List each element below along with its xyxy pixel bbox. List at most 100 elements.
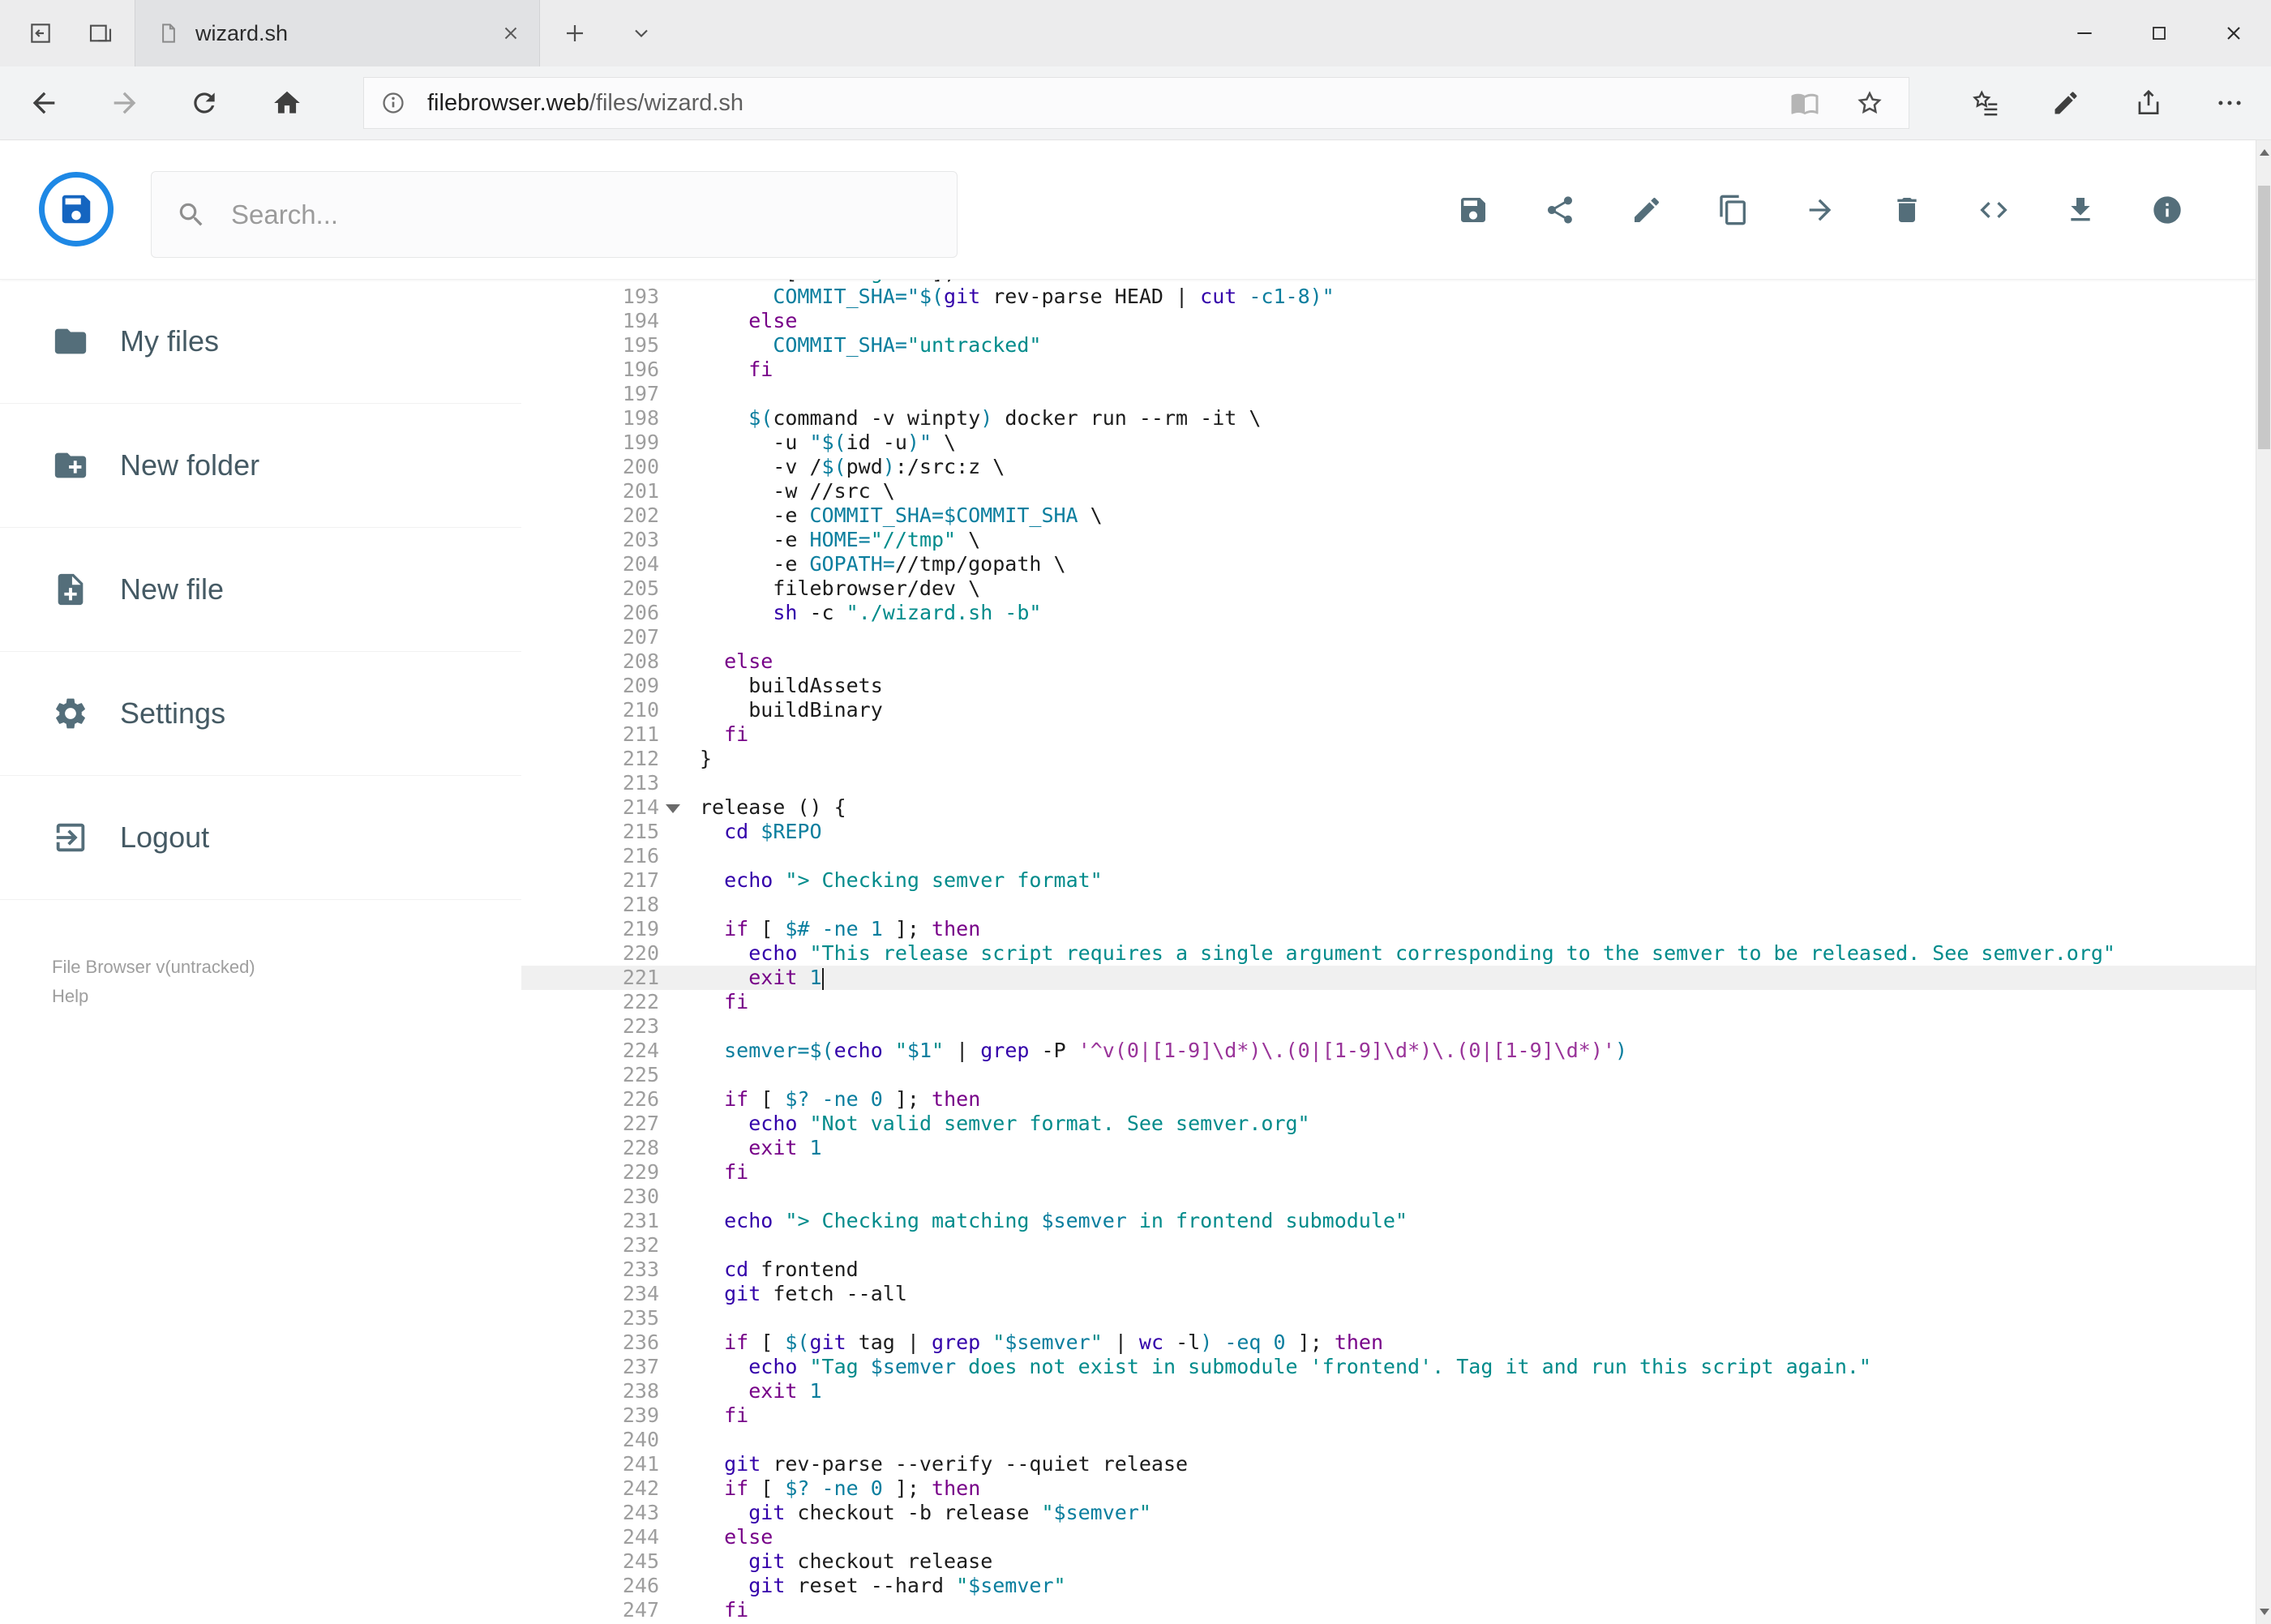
- tab-preview-chevron[interactable]: [623, 0, 659, 66]
- copy-button[interactable]: [1716, 192, 1751, 228]
- share-button[interactable]: [2129, 84, 2168, 122]
- code-line[interactable]: 199 -u "$(id -u)" \: [521, 431, 2256, 455]
- code-line[interactable]: 232: [521, 1233, 2256, 1258]
- code-line[interactable]: 209 buildAssets: [521, 674, 2256, 698]
- code-line[interactable]: 236 if [ $(git tag | grep "$semver" | wc…: [521, 1330, 2256, 1355]
- rename-button[interactable]: [1629, 192, 1665, 228]
- code-line[interactable]: 238 exit 1: [521, 1379, 2256, 1403]
- code-line[interactable]: 239 fi: [521, 1403, 2256, 1428]
- scroll-down-arrow[interactable]: [2256, 1600, 2271, 1624]
- filebrowser-logo[interactable]: [39, 172, 114, 246]
- search-box[interactable]: [151, 171, 958, 258]
- sidebar-item-new-file[interactable]: New file: [0, 528, 521, 652]
- version-link[interactable]: File Browser v(untracked): [52, 953, 255, 982]
- code-line[interactable]: 220 echo "This release script requires a…: [521, 941, 2256, 966]
- code-line[interactable]: 194 else: [521, 309, 2256, 333]
- more-menu-button[interactable]: [2210, 84, 2249, 122]
- code-line[interactable]: 207: [521, 625, 2256, 649]
- code-line[interactable]: 198 $(command -v winpty) docker run --rm…: [521, 406, 2256, 431]
- save-button[interactable]: [1455, 192, 1491, 228]
- code-line[interactable]: 240: [521, 1428, 2256, 1452]
- code-line[interactable]: 244 else: [521, 1525, 2256, 1549]
- fold-arrow-icon[interactable]: [666, 804, 680, 813]
- code-editor[interactable]: 192 if [ -d ".git" ]; then193 COMMIT_SHA…: [521, 280, 2256, 1624]
- help-link[interactable]: Help: [52, 982, 255, 1011]
- maximize-button[interactable]: [2122, 0, 2196, 66]
- favorites-hub-button[interactable]: [1966, 84, 2005, 122]
- page-scrollbar[interactable]: [2256, 140, 2271, 1624]
- code-line[interactable]: 203 -e HOME="//tmp" \: [521, 528, 2256, 552]
- code-line[interactable]: 225: [521, 1063, 2256, 1087]
- set-tabs-aside-button[interactable]: [18, 0, 63, 66]
- code-line[interactable]: 241 git rev-parse --verify --quiet relea…: [521, 1452, 2256, 1476]
- code-line[interactable]: 246 git reset --hard "$semver": [521, 1574, 2256, 1598]
- back-button[interactable]: [24, 84, 63, 122]
- favorite-star-icon[interactable]: [1855, 88, 1884, 118]
- browser-tab[interactable]: wizard.sh: [135, 0, 540, 66]
- forward-button[interactable]: [105, 84, 144, 122]
- tab-close-button[interactable]: [500, 23, 521, 44]
- refresh-button[interactable]: [185, 84, 224, 122]
- code-line[interactable]: 227 echo "Not valid semver format. See s…: [521, 1112, 2256, 1136]
- code-line[interactable]: 211 fi: [521, 722, 2256, 747]
- sidebar-item-my-files[interactable]: My files: [0, 280, 521, 404]
- code-line[interactable]: 229 fi: [521, 1160, 2256, 1185]
- code-line[interactable]: 242 if [ $? -ne 0 ]; then: [521, 1476, 2256, 1501]
- address-bar[interactable]: filebrowser.web/files/wizard.sh: [363, 77, 1909, 129]
- code-line[interactable]: 217 echo "> Checking semver format": [521, 868, 2256, 893]
- code-line[interactable]: 208 else: [521, 649, 2256, 674]
- raw-view-button[interactable]: [1976, 192, 2012, 228]
- code-line[interactable]: 216: [521, 844, 2256, 868]
- code-line[interactable]: 222 fi: [521, 990, 2256, 1014]
- code-line[interactable]: 230: [521, 1185, 2256, 1209]
- code-line[interactable]: 214 release () {: [521, 795, 2256, 820]
- sidebar-item-logout[interactable]: Logout: [0, 776, 521, 900]
- code-line[interactable]: 245 git checkout release: [521, 1549, 2256, 1574]
- code-line[interactable]: 231 echo "> Checking matching $semver in…: [521, 1209, 2256, 1233]
- close-window-button[interactable]: [2196, 0, 2271, 66]
- scroll-up-arrow[interactable]: [2256, 140, 2271, 165]
- code-line[interactable]: 193 COMMIT_SHA="$(git rev-parse HEAD | c…: [521, 285, 2256, 309]
- info-button[interactable]: [2149, 192, 2185, 228]
- code-line[interactable]: 210 buildBinary: [521, 698, 2256, 722]
- code-line[interactable]: 205 filebrowser/dev \: [521, 576, 2256, 601]
- delete-button[interactable]: [1889, 192, 1925, 228]
- code-line[interactable]: 197: [521, 382, 2256, 406]
- code-line[interactable]: 201 -w //src \: [521, 479, 2256, 503]
- code-line[interactable]: 234 git fetch --all: [521, 1282, 2256, 1306]
- site-info-icon[interactable]: [380, 90, 406, 116]
- code-line[interactable]: 215 cd $REPO: [521, 820, 2256, 844]
- code-line[interactable]: 235: [521, 1306, 2256, 1330]
- code-line[interactable]: 195 COMMIT_SHA="untracked": [521, 333, 2256, 358]
- code-line[interactable]: 223: [521, 1014, 2256, 1039]
- code-line[interactable]: 219 if [ $# -ne 1 ]; then: [521, 917, 2256, 941]
- home-button[interactable]: [268, 84, 306, 122]
- url-text[interactable]: filebrowser.web/files/wizard.sh: [427, 90, 1790, 117]
- sidebar-item-settings[interactable]: Settings: [0, 652, 521, 776]
- code-line[interactable]: 206 sh -c "./wizard.sh -b": [521, 601, 2256, 625]
- code-line[interactable]: 202 -e COMMIT_SHA=$COMMIT_SHA \: [521, 503, 2256, 528]
- code-line[interactable]: 213: [521, 771, 2256, 795]
- new-tab-button[interactable]: [557, 0, 593, 66]
- scroll-thumb[interactable]: [2258, 186, 2270, 449]
- code-line[interactable]: 204 -e GOPATH=//tmp/gopath \: [521, 552, 2256, 576]
- tabs-set-aside-button[interactable]: [78, 0, 123, 66]
- code-line[interactable]: 218: [521, 893, 2256, 917]
- share-file-button[interactable]: [1542, 192, 1578, 228]
- minimize-button[interactable]: [2047, 0, 2122, 66]
- code-line[interactable]: 233 cd frontend: [521, 1258, 2256, 1282]
- move-button[interactable]: [1802, 192, 1838, 228]
- search-input[interactable]: [231, 199, 932, 230]
- code-line[interactable]: 247 fi: [521, 1598, 2256, 1622]
- code-line[interactable]: 224 semver=$(echo "$1" | grep -P '^v(0|[…: [521, 1039, 2256, 1063]
- code-line[interactable]: 221 exit 1: [521, 966, 2256, 990]
- code-line[interactable]: 228 exit 1: [521, 1136, 2256, 1160]
- sidebar-item-new-folder[interactable]: New folder: [0, 404, 521, 528]
- web-note-button[interactable]: [2046, 84, 2085, 122]
- code-line[interactable]: 226 if [ $? -ne 0 ]; then: [521, 1087, 2256, 1112]
- code-line[interactable]: 243 git checkout -b release "$semver": [521, 1501, 2256, 1525]
- code-line[interactable]: 200 -v /$(pwd):/src:z \: [521, 455, 2256, 479]
- code-line[interactable]: 237 echo "Tag $semver does not exist in …: [521, 1355, 2256, 1379]
- code-line[interactable]: 212}: [521, 747, 2256, 771]
- reading-view-icon[interactable]: [1790, 88, 1819, 118]
